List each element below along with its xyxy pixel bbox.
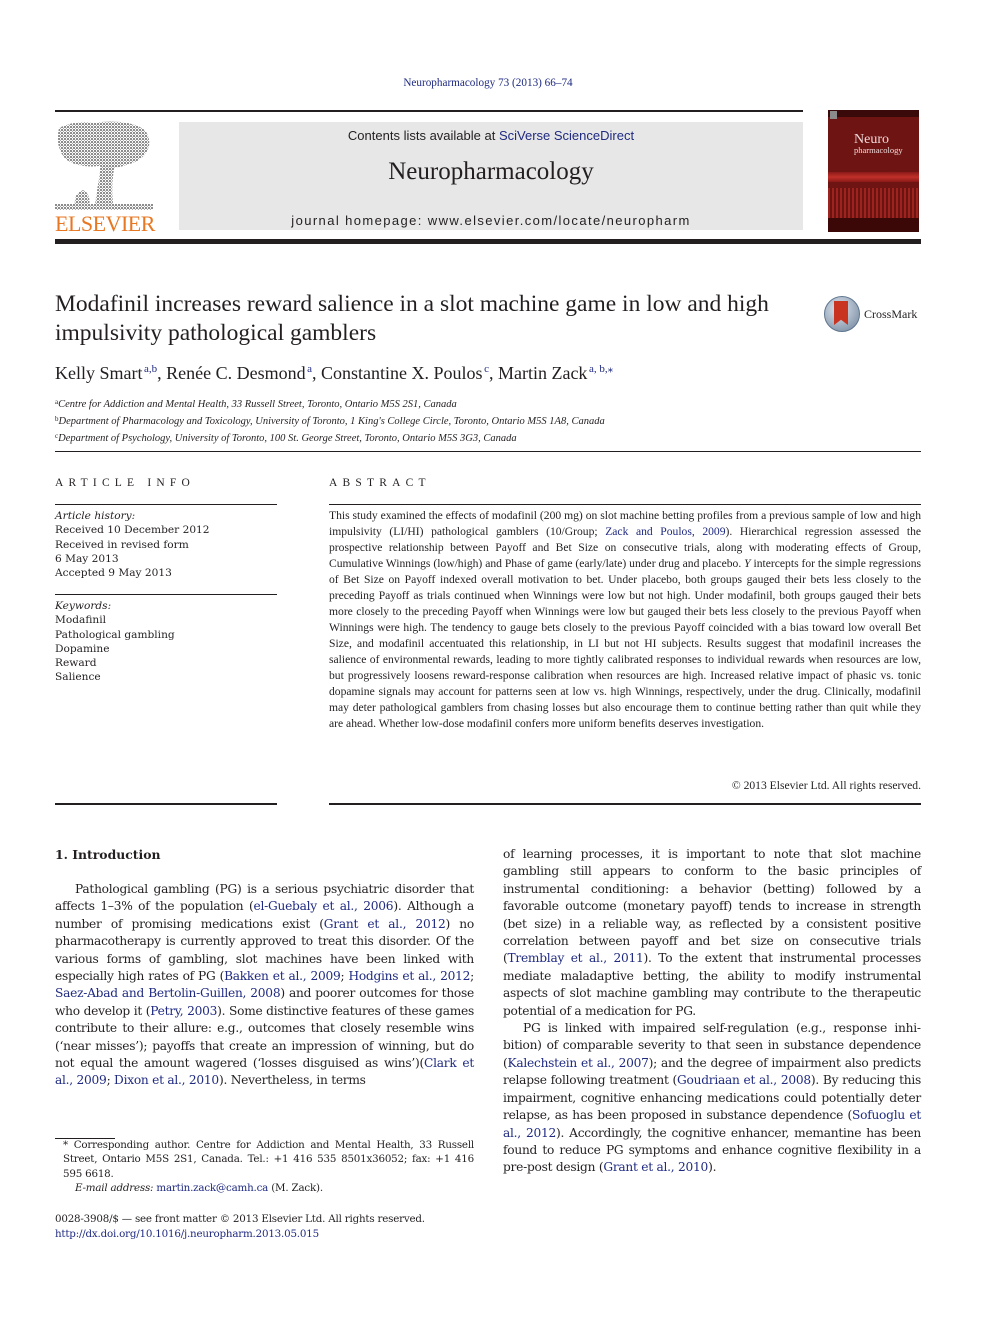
citation-link[interactable]: Petry, 2003 — [150, 1004, 217, 1018]
citation-link[interactable]: Goudriaan et al., 2008 — [677, 1073, 811, 1087]
cover-footer — [828, 218, 919, 232]
section-divider — [55, 451, 921, 453]
article-history: Article history: Received 10 December 20… — [55, 509, 277, 580]
doi-link[interactable]: http://dx.doi.org/10.1016/j.neuropharm.2… — [55, 1227, 485, 1242]
citation-link[interactable]: el-Guebaly et al., 2006 — [254, 899, 394, 913]
author-name: Renée C. Desmond — [166, 363, 306, 383]
article-info-heading: ARTICLE INFO — [55, 477, 195, 489]
citation-link[interactable]: Grant et al., 2012 — [324, 917, 446, 931]
abstract-rule — [329, 803, 921, 805]
cover-texture — [828, 172, 919, 182]
history-item: 6 May 2013 — [55, 552, 119, 565]
body-column-right: of learning processes, it is important t… — [503, 846, 921, 1177]
author-affiliation-mark[interactable]: a — [307, 363, 312, 375]
paragraph: Pathological gambling (PG) is a serious … — [55, 881, 474, 1090]
citation-link[interactable]: Kalechstein et al., 2007 — [508, 1056, 649, 1070]
author-name: Kelly Smart — [55, 363, 143, 383]
citation-link[interactable]: Zack and Poulos, 2009 — [605, 525, 725, 538]
front-matter-copyright: 0028-3908/$ — see front matter © 2013 El… — [55, 1213, 425, 1225]
citation-link[interactable]: Tremblay et al., 2011 — [508, 951, 644, 965]
keywords-label: Keywords: — [55, 600, 112, 612]
keyword-item: Reward — [55, 657, 97, 670]
corresponding-author-note: * Corresponding author. Centre for Addic… — [63, 1139, 474, 1180]
elsevier-tree-icon — [55, 121, 153, 210]
contents-available-line: Contents lists available at SciVerse Sci… — [179, 128, 803, 143]
history-item: Received in revised form — [55, 538, 189, 551]
journal-banner: Contents lists available at SciVerse Sci… — [179, 122, 803, 230]
affiliation-item: aCentre for Addiction and Mental Health,… — [55, 395, 915, 412]
history-item: Received 10 December 2012 — [55, 524, 210, 537]
affiliation-text: Department of Pharmacology and Toxicolog… — [58, 416, 605, 427]
citation-link[interactable]: Hodgins et al., 2012 — [348, 969, 470, 983]
abstract-rule — [329, 504, 921, 506]
text-segment: ; — [106, 1073, 115, 1088]
front-matter: 0028-3908/$ — see front matter © 2013 El… — [55, 1212, 485, 1241]
affiliation-item: cDepartment of Psychology, University of… — [55, 429, 915, 446]
cover-title-line2: pharmacology — [854, 145, 903, 155]
cover-publisher-icon — [830, 111, 837, 119]
text-segment: ). Nevertheless, in terms — [218, 1073, 366, 1088]
text-segment: ). — [708, 1160, 717, 1175]
author-name: Constantine X. Poulos — [321, 363, 483, 383]
affiliation-text: Department of Psychology, University of … — [58, 433, 517, 444]
email-suffix: (M. Zack). — [268, 1182, 323, 1195]
keyword-item: Pathological gambling — [55, 628, 175, 641]
affiliations: aCentre for Addiction and Mental Health,… — [55, 395, 915, 446]
abstract-copyright: © 2013 Elsevier Ltd. All rights reserved… — [731, 779, 921, 792]
journal-reference-link[interactable]: Neuropharmacology 73 (2013) 66–74 — [0, 77, 976, 89]
keyword-item: Salience — [55, 671, 101, 684]
abstract-text: This study examined the effects of modaf… — [329, 508, 921, 732]
journal-title: Neuropharmacology — [388, 158, 594, 185]
header-rule — [55, 110, 803, 112]
section-heading-introduction: 1. Introduction — [55, 847, 161, 862]
paragraph: PG is linked with impaired self-regulati… — [503, 1020, 921, 1177]
cover-texture — [828, 188, 919, 218]
journal-cover-image[interactable]: Neuro pharmacology — [828, 110, 919, 232]
author-list: Kelly Smart a,b, Renée C. Desmond a, Con… — [55, 363, 614, 383]
elsevier-logo[interactable]: ELSEVIER — [53, 118, 157, 236]
elsevier-wordmark: ELSEVIER — [55, 211, 155, 236]
author-name: Martin Zack — [497, 363, 588, 383]
article-info-rule — [55, 594, 277, 596]
author-affiliation-mark[interactable]: a, b,⁎ — [589, 363, 613, 375]
sciencedirect-link[interactable]: SciVerse ScienceDirect — [499, 128, 634, 143]
cover-top-bar — [828, 110, 919, 117]
keyword-item: Dopamine — [55, 642, 110, 655]
article-info-rule — [55, 803, 277, 805]
email-link[interactable]: martin.zack@camh.ca — [156, 1182, 268, 1194]
journal-homepage[interactable]: journal homepage: www.elsevier.com/locat… — [179, 213, 803, 228]
paragraph: of learning processes, it is important t… — [503, 846, 921, 1020]
text-segment: of learning processes, it is important t… — [503, 847, 921, 966]
crossmark-label: CrossMark — [864, 307, 918, 321]
author-affiliation-mark[interactable]: c — [484, 363, 489, 375]
header-thick-rule — [55, 239, 921, 244]
keywords: Keywords: Modafinil Pathological gamblin… — [55, 599, 277, 685]
citation-link[interactable]: Bakken et al., 2009 — [224, 969, 341, 983]
body-column-left: Pathological gambling (PG) is a serious … — [55, 881, 474, 1090]
abstract-segment: intercepts for the simple regressions of… — [329, 557, 922, 730]
author-affiliation-mark[interactable]: a,b — [144, 363, 157, 375]
email-line: E-mail address: martin.zack@camh.ca (M. … — [55, 1181, 474, 1195]
citation-link[interactable]: Grant et al., 2010 — [603, 1160, 708, 1174]
keyword-item: Modafinil — [55, 614, 106, 627]
article-title: Modafinil increases reward salience in a… — [55, 291, 769, 346]
abstract-heading: ABSTRACT — [329, 477, 431, 489]
citation-link[interactable]: Dixon et al., 2010 — [114, 1073, 219, 1087]
contents-prefix: Contents lists available at — [347, 128, 499, 143]
history-item: Accepted 9 May 2013 — [55, 567, 172, 580]
email-label: E-mail address: — [75, 1182, 154, 1195]
text-segment: ; — [470, 969, 475, 984]
crossmark-badge[interactable]: CrossMark — [824, 296, 924, 336]
affiliation-item: bDepartment of Pharmacology and Toxicolo… — [55, 412, 915, 429]
citation-link[interactable]: Saez-Abad and Bertolin-Guillen, 2008 — [55, 986, 281, 1000]
affiliation-text: Centre for Addiction and Mental Health, … — [58, 399, 457, 410]
article-info-rule — [55, 504, 277, 506]
footnotes: * Corresponding author. Centre for Addic… — [55, 1138, 474, 1196]
article-history-label: Article history: — [55, 510, 136, 522]
